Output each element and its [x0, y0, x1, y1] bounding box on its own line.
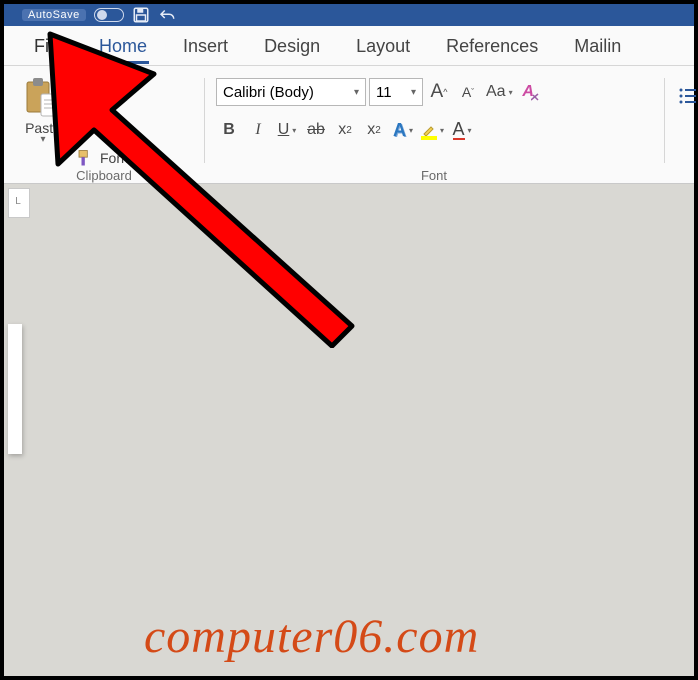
- autosave-label: AutoSave: [22, 9, 86, 21]
- scissors-icon: [74, 82, 94, 102]
- text-effects-button[interactable]: A▾: [390, 116, 416, 144]
- format-painter-icon: [74, 148, 94, 168]
- save-icon[interactable]: [132, 6, 150, 24]
- ribbon: Paste ▾ C: [4, 66, 694, 184]
- paste-icon: [23, 76, 63, 118]
- clipboard-group-label: Clipboard: [4, 168, 204, 183]
- ribbon-tabs: File Home Insert Design Layout Reference…: [4, 26, 694, 66]
- bullets-button[interactable]: [676, 84, 684, 108]
- quick-access-toolbar: AutoSave: [4, 4, 176, 26]
- grow-font-button[interactable]: A^: [426, 78, 452, 106]
- tab-layout[interactable]: Layout: [338, 26, 428, 65]
- tab-references[interactable]: References: [428, 26, 556, 65]
- undo-icon[interactable]: [158, 6, 176, 24]
- bullets-icon: [676, 84, 698, 108]
- tab-insert[interactable]: Insert: [165, 26, 246, 65]
- autosave-toggle[interactable]: [94, 8, 124, 22]
- watermark-text: computer06.com: [144, 609, 479, 664]
- clear-formatting-button[interactable]: A: [518, 78, 544, 106]
- clipboard-group: Paste ▾ C: [4, 72, 204, 183]
- copy-icon: [74, 115, 94, 135]
- change-case-button[interactable]: Aa▾: [484, 78, 515, 106]
- underline-button[interactable]: U▾: [274, 116, 300, 144]
- tab-file[interactable]: File: [16, 26, 81, 65]
- text-highlight-button[interactable]: A ▾: [419, 116, 446, 144]
- superscript-button[interactable]: x2: [361, 116, 387, 144]
- tab-home[interactable]: Home: [81, 26, 165, 65]
- italic-button[interactable]: I: [245, 116, 271, 144]
- font-group-label: Font: [204, 168, 664, 183]
- font-size-combo[interactable]: 11 ▾: [369, 78, 423, 106]
- word-window: AutoSave File Home Insert Design Layout …: [0, 0, 698, 680]
- paragraph-group-partial: [664, 72, 694, 183]
- tab-mailings[interactable]: Mailin: [556, 26, 639, 65]
- font-group: Calibri (Body) ▾ 11 ▾ A^ Aˇ Aa▾ A: [204, 72, 664, 183]
- subscript-button[interactable]: x2: [332, 116, 358, 144]
- copy-button[interactable]: [74, 113, 158, 137]
- chevron-down-icon[interactable]: ▾: [16, 134, 70, 145]
- tab-design[interactable]: Design: [246, 26, 338, 65]
- document-page-edge: [8, 324, 22, 454]
- font-color-button[interactable]: A▾: [449, 116, 475, 144]
- format-painter-button[interactable]: Format P: [74, 146, 158, 170]
- bold-button[interactable]: B: [216, 116, 242, 144]
- chevron-down-icon[interactable]: ▾: [411, 87, 416, 98]
- font-name-combo[interactable]: Calibri (Body) ▾: [216, 78, 366, 106]
- cut-button[interactable]: C: [74, 80, 158, 104]
- title-bar: AutoSave: [4, 4, 694, 26]
- ruler-corner: L: [8, 188, 30, 218]
- paste-button[interactable]: Paste ▾: [16, 76, 70, 170]
- chevron-down-icon[interactable]: ▾: [354, 87, 359, 98]
- strikethrough-button[interactable]: ab: [303, 116, 329, 144]
- shrink-font-button[interactable]: Aˇ: [455, 78, 481, 106]
